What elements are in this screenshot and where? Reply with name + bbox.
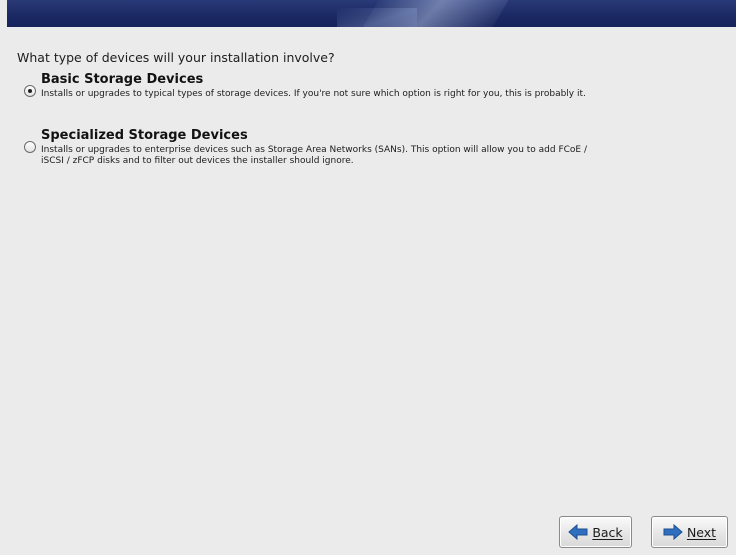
radio-specialized-storage[interactable]: [24, 141, 36, 153]
back-button-label: Back: [592, 524, 623, 540]
banner-sheen-secondary: [337, 8, 417, 27]
arrow-right-icon: [663, 524, 683, 540]
radio-basic-storage[interactable]: [24, 85, 36, 97]
option-title[interactable]: Specialized Storage Devices: [41, 128, 248, 143]
next-button-label: Next: [686, 524, 717, 540]
option-description: Installs or upgrades to enterprise devic…: [41, 145, 587, 166]
back-button[interactable]: Back: [559, 516, 632, 548]
next-button[interactable]: Next: [651, 516, 728, 548]
option-title[interactable]: Basic Storage Devices: [41, 72, 203, 87]
arrow-left-icon: [568, 524, 588, 540]
option-description: Installs or upgrades to typical types of…: [41, 89, 586, 99]
header-banner: [7, 0, 736, 27]
page-question: What type of devices will your installat…: [17, 50, 335, 65]
